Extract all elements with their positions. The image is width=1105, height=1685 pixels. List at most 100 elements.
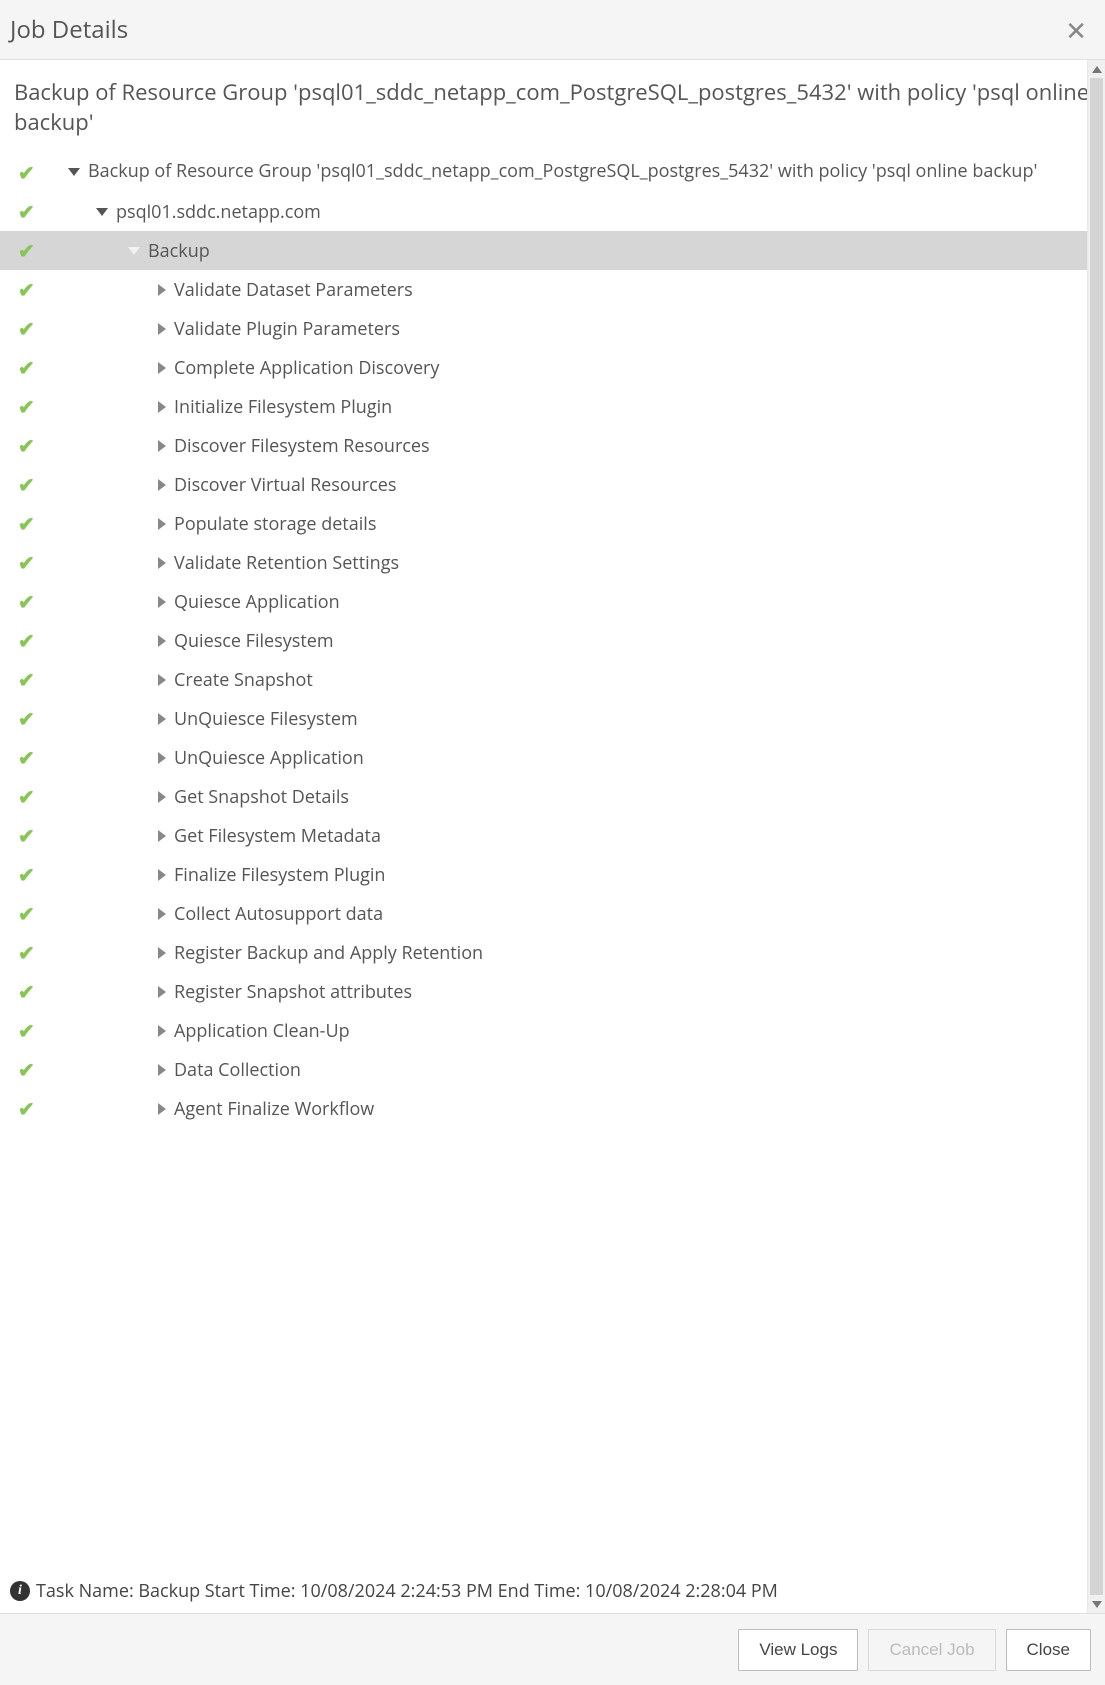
tree-row-step[interactable]: ✔Register Backup and Apply Retention (0, 933, 1105, 972)
tree-label: Collect Autosupport data (174, 896, 383, 932)
tree-row-step[interactable]: ✔UnQuiesce Application (0, 738, 1105, 777)
expand-toggle[interactable] (128, 247, 140, 255)
tree-row-step[interactable]: ✔Validate Retention Settings (0, 543, 1105, 582)
check-icon: ✔ (18, 393, 35, 420)
chevron-down-icon (68, 168, 80, 176)
tree-row-step[interactable]: ✔ Populate storage details (0, 504, 1105, 543)
tree-label: Populate storage details (174, 506, 376, 542)
tree-label: Validate Plugin Parameters (174, 311, 400, 347)
expand-toggle[interactable] (158, 1025, 166, 1037)
check-icon: ✔ (18, 432, 35, 459)
content-scroll[interactable]: Backup of Resource Group 'psql01_sddc_ne… (0, 60, 1105, 1613)
tree-row-step[interactable]: ✔Get Snapshot Details (0, 777, 1105, 816)
tree-row-step[interactable]: ✔ Register Snapshot attributes (0, 972, 1105, 1011)
expand-toggle[interactable] (158, 557, 166, 569)
expand-toggle[interactable] (158, 1103, 166, 1115)
check-icon: ✔ (18, 510, 35, 537)
tree-row-step[interactable]: ✔Collect Autosupport data (0, 894, 1105, 933)
expand-toggle[interactable] (96, 208, 108, 216)
check-icon: ✔ (18, 471, 35, 498)
expand-toggle[interactable] (158, 674, 166, 686)
check-icon: ✔ (18, 978, 35, 1005)
tree-row-step[interactable]: ✔Create Snapshot (0, 660, 1105, 699)
tree-row-step[interactable]: ✔Application Clean-Up (0, 1011, 1105, 1050)
dialog-title: Job Details (10, 13, 128, 46)
expand-toggle[interactable] (158, 986, 166, 998)
expand-toggle[interactable] (158, 830, 166, 842)
chevron-right-icon (158, 908, 166, 920)
task-info-text: Task Name: Backup Start Time: 10/08/2024… (36, 1579, 778, 1603)
expand-toggle[interactable] (158, 596, 166, 608)
expand-toggle[interactable] (158, 791, 166, 803)
tree-row-step[interactable]: ✔Finalize Filesystem Plugin (0, 855, 1105, 894)
tree-label: Register Backup and Apply Retention (174, 935, 483, 971)
tree-label: Backup of Resource Group 'psql01_sddc_ne… (88, 153, 1037, 189)
chevron-right-icon (158, 674, 166, 686)
tree-row-backup[interactable]: ✔ Backup (0, 231, 1105, 270)
tree-row-step[interactable]: ✔Complete Application Discovery (0, 348, 1105, 387)
expand-toggle[interactable] (158, 869, 166, 881)
tree-row-step[interactable]: ✔Agent Finalize Workflow (0, 1089, 1105, 1128)
expand-toggle[interactable] (158, 635, 166, 647)
tree-label: Initialize Filesystem Plugin (174, 389, 392, 425)
close-button[interactable]: Close (1006, 1629, 1091, 1671)
dialog-header: Job Details ✕ (0, 0, 1105, 60)
tree-row-step[interactable]: ✔ Initialize Filesystem Plugin (0, 387, 1105, 426)
tree-row-step[interactable]: ✔Quiesce Filesystem (0, 621, 1105, 660)
tree-row-step[interactable]: ✔Discover Filesystem Resources (0, 426, 1105, 465)
tree-row-step[interactable]: ✔ Data Collection (0, 1050, 1105, 1089)
expand-toggle[interactable] (158, 479, 166, 491)
chevron-up-icon (1092, 66, 1102, 73)
scroll-down-button[interactable] (1088, 1595, 1105, 1613)
scroll-thumb[interactable] (1090, 78, 1103, 1595)
expand-toggle[interactable] (158, 401, 166, 413)
check-icon: ✔ (18, 861, 35, 888)
scroll-up-button[interactable] (1088, 60, 1105, 78)
check-icon: ✔ (18, 783, 35, 810)
check-icon: ✔ (18, 237, 35, 264)
check-icon: ✔ (18, 1095, 35, 1122)
tree-label: Discover Virtual Resources (174, 467, 396, 503)
tree-row-host[interactable]: ✔ psql01.sddc.netapp.com (0, 192, 1105, 231)
expand-toggle[interactable] (158, 440, 166, 452)
expand-toggle[interactable] (158, 908, 166, 920)
tree-label: Complete Application Discovery (174, 350, 439, 386)
chevron-right-icon (158, 284, 166, 296)
tree-row-step[interactable]: ✔ Discover Virtual Resources (0, 465, 1105, 504)
check-icon: ✔ (18, 159, 35, 186)
tree-row-step[interactable]: ✔Validate Plugin Parameters (0, 309, 1105, 348)
chevron-right-icon (158, 986, 166, 998)
scrollbar[interactable] (1087, 60, 1105, 1613)
check-icon: ✔ (18, 744, 35, 771)
check-icon: ✔ (18, 627, 35, 654)
expand-toggle[interactable] (158, 284, 166, 296)
tree-row-step[interactable]: ✔Get Filesystem Metadata (0, 816, 1105, 855)
expand-toggle[interactable] (158, 713, 166, 725)
expand-toggle[interactable] (158, 947, 166, 959)
chevron-right-icon (158, 557, 166, 569)
expand-toggle[interactable] (158, 518, 166, 530)
close-icon[interactable]: ✕ (1059, 17, 1093, 43)
expand-toggle[interactable] (158, 752, 166, 764)
tree-label: Validate Dataset Parameters (174, 272, 413, 308)
expand-toggle[interactable] (158, 323, 166, 335)
expand-toggle[interactable] (68, 168, 80, 176)
chevron-right-icon (158, 1103, 166, 1115)
chevron-right-icon (158, 440, 166, 452)
chevron-right-icon (158, 791, 166, 803)
chevron-right-icon (158, 752, 166, 764)
expand-toggle[interactable] (158, 1064, 166, 1076)
tree-row-step[interactable]: ✔Quiesce Application (0, 582, 1105, 621)
tree-row-root[interactable]: ✔ Backup of Resource Group 'psql01_sddc_… (0, 153, 1105, 192)
chevron-right-icon (158, 1064, 166, 1076)
tree-row-step[interactable]: ✔Validate Dataset Parameters (0, 270, 1105, 309)
check-icon: ✔ (18, 1056, 35, 1083)
chevron-right-icon (158, 401, 166, 413)
tree-label: Backup (148, 233, 210, 269)
chevron-right-icon (158, 635, 166, 647)
tree-row-step[interactable]: ✔UnQuiesce Filesystem (0, 699, 1105, 738)
tree-label: Register Snapshot attributes (174, 974, 412, 1010)
view-logs-button[interactable]: View Logs (738, 1629, 858, 1671)
tree-label: Data Collection (174, 1052, 301, 1088)
expand-toggle[interactable] (158, 362, 166, 374)
